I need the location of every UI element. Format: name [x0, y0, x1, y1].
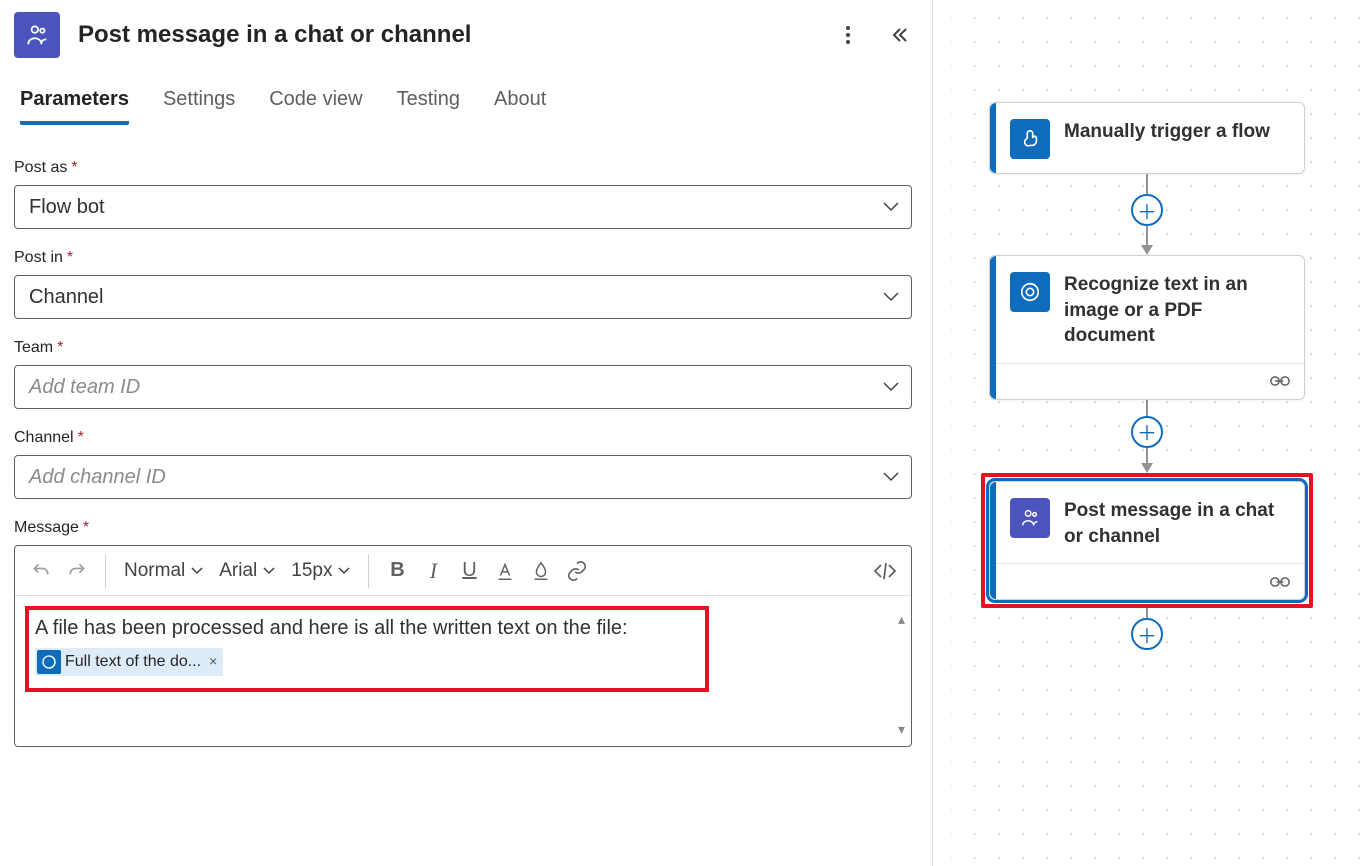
card-title: Manually trigger a flow — [1064, 119, 1270, 145]
highlighted-region: A file has been processed and here is al… — [25, 606, 709, 692]
team-placeholder: Add team ID — [29, 376, 140, 399]
chevron-down-icon — [883, 292, 899, 302]
remove-token-icon[interactable]: × — [205, 652, 217, 672]
chevron-down-icon — [883, 472, 899, 482]
editor-toolbar: Normal Arial 15px B I U — [15, 546, 911, 596]
post-as-select[interactable]: Flow bot — [14, 185, 912, 229]
message-label: Message* — [14, 519, 912, 537]
selected-highlight: Post message in a chat or channel — [981, 473, 1313, 608]
scroll-down-icon[interactable]: ▾ — [898, 720, 905, 740]
card-title: Post message in a chat or channel — [1064, 498, 1288, 549]
connector: ＋ — [1131, 400, 1163, 473]
ai-icon — [1010, 272, 1050, 312]
scroll-up-icon[interactable]: ▴ — [898, 610, 905, 630]
trigger-card[interactable]: Manually trigger a flow — [989, 102, 1305, 174]
connection-link-icon[interactable] — [1270, 575, 1290, 589]
connection-link-icon[interactable] — [1270, 374, 1290, 388]
ai-builder-icon — [37, 650, 61, 674]
font-select[interactable]: Arial — [213, 560, 281, 582]
team-select[interactable]: Add team ID — [14, 365, 912, 409]
collapse-panel-icon[interactable] — [888, 23, 912, 47]
teams-icon — [14, 12, 60, 58]
channel-label: Channel* — [14, 429, 912, 447]
channel-select[interactable]: Add channel ID — [14, 455, 912, 499]
panel-title: Post message in a chat or channel — [78, 21, 471, 49]
chevron-down-icon — [883, 202, 899, 212]
italic-button[interactable]: I — [417, 555, 449, 587]
teams-icon — [1010, 498, 1050, 538]
post-in-label: Post in* — [14, 249, 912, 267]
tab-testing[interactable]: Testing — [397, 88, 460, 125]
highlight-button[interactable] — [525, 555, 557, 587]
panel-header: Post message in a chat or channel — [14, 12, 932, 88]
connector: ＋ — [1131, 608, 1163, 650]
post-in-select[interactable]: Channel — [14, 275, 912, 319]
tab-parameters[interactable]: Parameters — [20, 88, 129, 125]
size-select[interactable]: 15px — [285, 560, 356, 582]
post-as-value: Flow bot — [29, 196, 105, 219]
tab-code-view[interactable]: Code view — [269, 88, 362, 125]
touch-icon — [1010, 119, 1050, 159]
link-button[interactable] — [561, 555, 593, 587]
font-color-button[interactable] — [489, 555, 521, 587]
add-step-button[interactable]: ＋ — [1131, 416, 1163, 448]
flow-canvas[interactable]: Manually trigger a flow ＋ Recognize text… — [932, 0, 1361, 866]
post-as-label: Post as* — [14, 159, 912, 177]
tab-bar: Parameters Settings Code view Testing Ab… — [14, 88, 932, 125]
redo-button[interactable] — [61, 555, 93, 587]
undo-button[interactable] — [25, 555, 57, 587]
editor-content[interactable]: A file has been processed and here is al… — [15, 596, 911, 746]
rich-text-editor: Normal Arial 15px B I U A file has been … — [14, 545, 912, 747]
channel-placeholder: Add channel ID — [29, 466, 166, 489]
add-step-button[interactable]: ＋ — [1131, 618, 1163, 650]
dynamic-content-token[interactable]: Full text of the do... × — [35, 648, 223, 676]
bold-button[interactable]: B — [381, 555, 413, 587]
token-label: Full text of the do... — [65, 651, 201, 673]
tab-settings[interactable]: Settings — [163, 88, 235, 125]
recognize-text-card[interactable]: Recognize text in an image or a PDF docu… — [989, 255, 1305, 400]
post-message-card[interactable]: Post message in a chat or channel — [989, 481, 1305, 600]
underline-button[interactable]: U — [453, 555, 485, 587]
team-label: Team* — [14, 339, 912, 357]
add-step-button[interactable]: ＋ — [1131, 194, 1163, 226]
card-title: Recognize text in an image or a PDF docu… — [1064, 272, 1288, 349]
parameters-form: Post as* Flow bot Post in* Channel Team*… — [14, 159, 932, 747]
chevron-down-icon — [883, 382, 899, 392]
message-text-line: A file has been processed and here is al… — [35, 614, 699, 642]
tab-about[interactable]: About — [494, 88, 546, 125]
style-select[interactable]: Normal — [118, 560, 209, 582]
connector: ＋ — [1131, 174, 1163, 255]
code-view-button[interactable] — [869, 555, 901, 587]
post-in-value: Channel — [29, 286, 104, 309]
more-options-icon[interactable] — [836, 23, 860, 47]
config-panel: Post message in a chat or channel Parame… — [0, 0, 932, 866]
